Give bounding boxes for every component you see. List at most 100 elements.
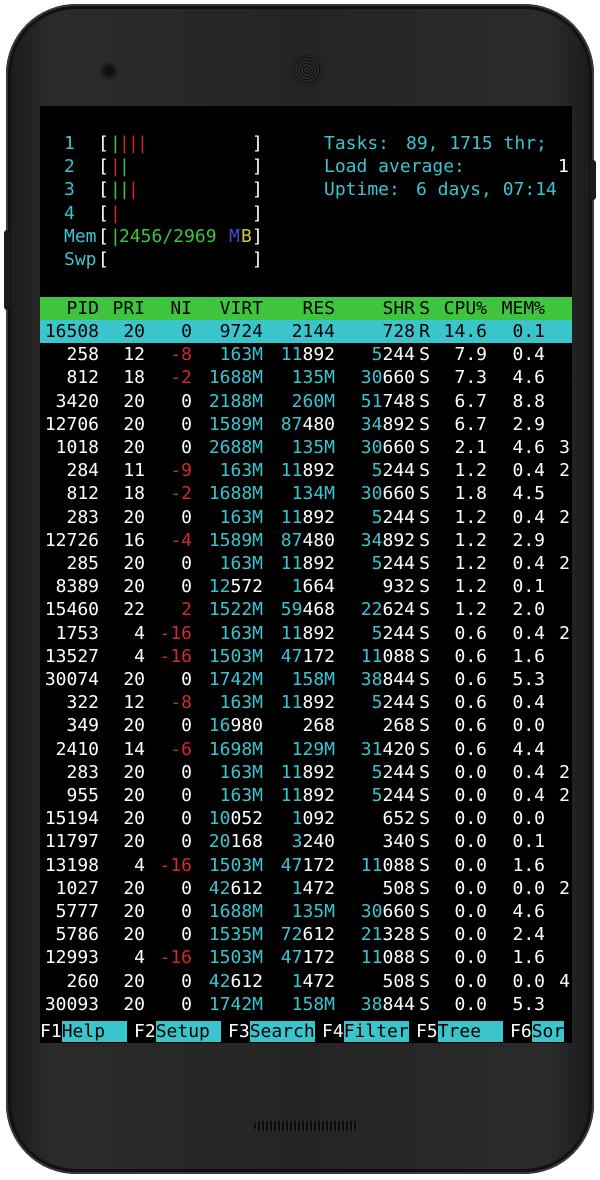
state-cell: S	[419, 437, 430, 458]
virt-cell: 20168	[209, 830, 263, 853]
meter-bracket-close: ]	[252, 179, 263, 201]
shr-cell: 728	[382, 321, 415, 342]
uptime-value: 6 days, 07:14	[416, 179, 557, 201]
function-key-f1[interactable]: F1Help	[40, 1020, 127, 1043]
pid-cell: 1027	[55, 877, 99, 899]
res-cell: 135M	[292, 366, 335, 389]
res-cell-prefix: 11	[280, 553, 303, 574]
shr-cell: 30660	[361, 900, 415, 923]
virt-cell-prefix: 1698M	[208, 738, 263, 760]
shr-cell-suffix: 660	[382, 901, 415, 922]
shr-cell-suffix: 244	[382, 460, 415, 482]
function-key-f3[interactable]: F3Search	[228, 1020, 315, 1043]
shr-cell-prefix: 30	[360, 367, 383, 389]
shr-cell-prefix: 34	[360, 413, 383, 435]
res-cell: 1472	[292, 877, 335, 900]
virt-cell: 10052	[209, 807, 263, 830]
state-cell: S	[419, 831, 430, 853]
function-key-f6[interactable]: F6Sor	[510, 1020, 565, 1043]
column-header-pid[interactable]: PID	[66, 297, 99, 320]
pri-cell: 20	[123, 924, 145, 946]
shr-cell: 38844	[361, 668, 415, 691]
ni-cell: -8	[170, 692, 192, 714]
res-cell-suffix: 472	[302, 970, 335, 992]
function-key-f2[interactable]: F2Setup	[134, 1020, 221, 1043]
res-cell-suffix: 892	[302, 460, 335, 482]
overflow-cell: 2	[559, 785, 570, 806]
function-key-f4[interactable]: F4Filter	[322, 1020, 409, 1043]
shr-cell: 51748	[361, 390, 415, 413]
res-cell-suffix: 892	[302, 506, 335, 528]
virt-cell: 12572	[209, 575, 263, 598]
earpiece-speaker-icon	[293, 56, 321, 84]
column-header-res[interactable]: RES	[302, 297, 335, 320]
pri-cell: 20	[123, 553, 145, 574]
meter-bracket-open: [	[98, 249, 109, 270]
ni-cell: 0	[181, 506, 192, 528]
shr-cell-suffix: 660	[382, 437, 415, 458]
pri-cell: 20	[123, 413, 145, 435]
res-cell: 11892	[281, 343, 335, 366]
shr-cell-suffix: 088	[382, 854, 415, 876]
column-header-mem-pct[interactable]: MEM%	[502, 297, 545, 320]
column-header-cpu-pct[interactable]: CPU%	[444, 297, 487, 320]
pid-cell: 15194	[44, 808, 99, 830]
cpu-cell: 0.6	[454, 645, 487, 667]
pri-cell: 20	[123, 576, 145, 598]
shr-cell-prefix: 38	[360, 993, 383, 1015]
virt-cell: 2188M	[209, 390, 263, 413]
function-key-number: F6	[510, 1021, 532, 1042]
function-key-f5[interactable]: F5Tree	[416, 1020, 503, 1043]
column-header-pri[interactable]: PRI	[112, 297, 145, 320]
cpu-cell: 0.0	[454, 877, 487, 899]
res-cell: 268	[302, 715, 335, 737]
shr-cell: 5244	[372, 552, 415, 575]
pri-cell: 4	[134, 947, 145, 969]
virt-cell: 1698M	[209, 738, 263, 761]
pid-cell: 1018	[55, 437, 99, 458]
res-cell: 2144	[291, 321, 335, 342]
cpu-cell: 1.2	[454, 460, 487, 482]
cpu-cell: 1.2	[454, 599, 487, 621]
res-cell-prefix: 135M	[291, 901, 335, 922]
meter-bracket-close: ]	[252, 225, 263, 247]
column-header-shr[interactable]: SHR	[382, 297, 415, 320]
cpu-cell: 1.2	[454, 529, 487, 551]
shr-cell-prefix: 5	[371, 785, 383, 806]
shr-cell-prefix: 11	[360, 645, 383, 667]
pri-cell: 18	[123, 483, 145, 505]
pid-cell: 8389	[55, 576, 99, 598]
state-cell: S	[419, 645, 430, 667]
column-header-s[interactable]: S	[419, 297, 430, 320]
meter-bracket-open: [	[98, 133, 109, 154]
virt-cell-suffix: 052	[230, 808, 263, 830]
load-average-value: 1	[558, 156, 569, 178]
cpu-cell: 0.0	[454, 761, 487, 783]
shr-cell: 5244	[372, 761, 415, 784]
mem-cell: 4.5	[512, 483, 545, 505]
overflow-cell: 3	[559, 437, 570, 458]
ni-cell: 0	[181, 715, 192, 737]
ni-cell: 0	[181, 808, 192, 830]
state-cell: S	[419, 483, 430, 505]
res-cell-prefix: 11	[280, 692, 303, 714]
res-cell: 158M	[292, 668, 335, 691]
column-header-ni[interactable]: NI	[170, 297, 192, 320]
function-key-number: F5	[416, 1021, 438, 1042]
cpu-meter-bar: |	[119, 156, 130, 178]
res-cell: 3240	[292, 830, 335, 853]
shr-cell-suffix: 660	[382, 483, 415, 505]
cpu-meter-label: 3	[64, 179, 75, 201]
ni-cell: -16	[159, 645, 192, 667]
cpu-meter-label: 2	[64, 156, 75, 178]
virt-cell-prefix: 16	[208, 715, 231, 737]
state-cell: S	[419, 947, 430, 969]
res-cell: 1664	[292, 575, 335, 598]
shr-cell: 5244	[372, 691, 415, 714]
virt-cell: 163M	[220, 552, 263, 575]
state-cell: S	[419, 924, 430, 946]
terminal-screen[interactable]: 1[| | | |] 2[| |] 3[| | |] 4[|] Mem[| 2456/2969 M B] S…	[40, 106, 572, 1043]
ni-cell: -9	[170, 460, 192, 482]
shr-cell: 34892	[361, 529, 415, 552]
column-header-virt[interactable]: VIRT	[220, 297, 263, 320]
